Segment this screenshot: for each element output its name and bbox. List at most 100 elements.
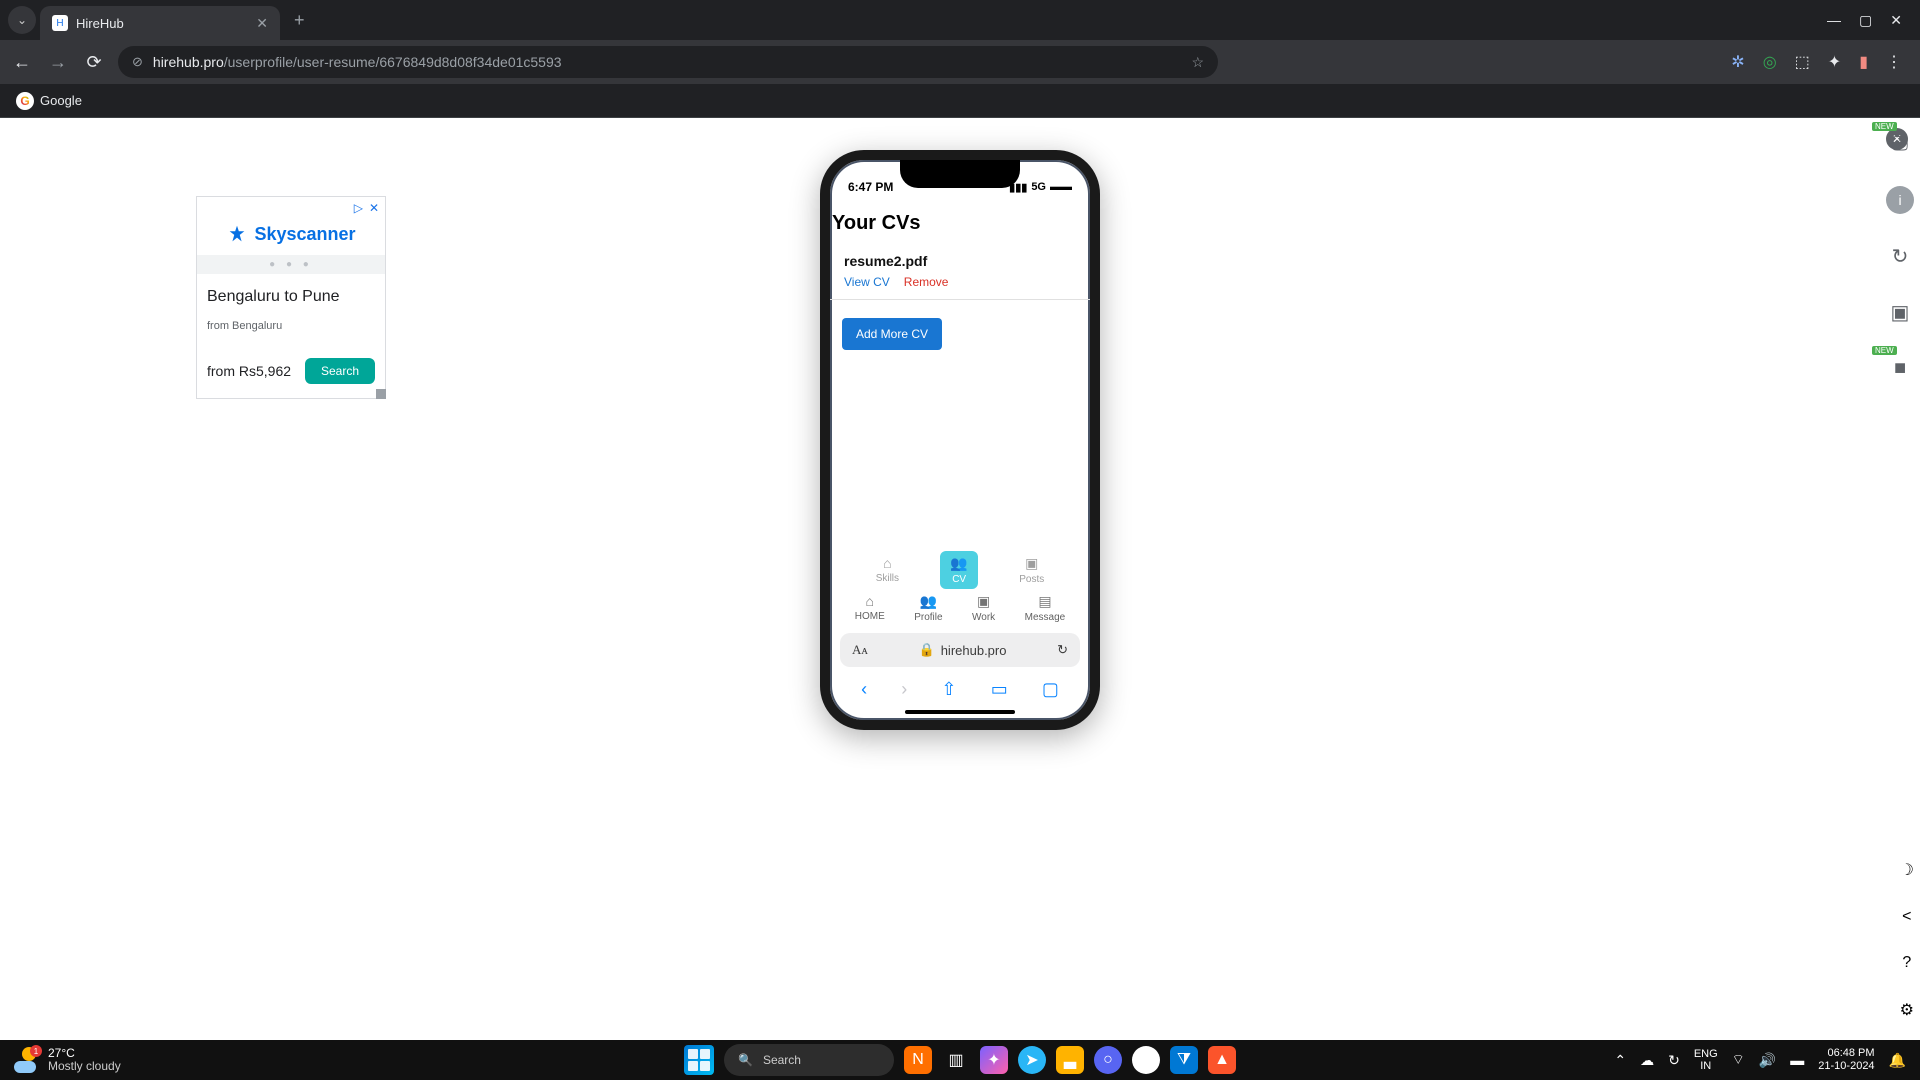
address-bar[interactable]: ⊘ hirehub.pro/userprofile/user-resume/66…	[118, 46, 1218, 78]
profile-avatar[interactable]: ▮	[1859, 52, 1868, 72]
reload-icon[interactable]: ⟳	[82, 52, 106, 73]
tray-battery-icon[interactable]: ▬	[1790, 1052, 1804, 1068]
nav-profile[interactable]: 👥Profile	[914, 593, 942, 623]
safari-address-bar[interactable]: Aᴀ 🔒hirehub.pro ↻	[840, 633, 1080, 667]
tab-skills[interactable]: ⌂Skills	[866, 551, 909, 589]
system-tray: ⌃ ☁ ↻ ENG IN ⌔ 🔊 ▬ 06:48 PM 21-10-2024 🔔	[1614, 1047, 1920, 1073]
chrome-menu-icon[interactable]: ⋮	[1886, 52, 1902, 72]
safari-tabs-icon[interactable]: ▢	[1042, 679, 1059, 700]
taskbar-app-telegram[interactable]: ➤	[1018, 1046, 1046, 1074]
tab-posts[interactable]: ▣Posts	[1009, 551, 1054, 589]
ad-carousel-dots[interactable]: ● ● ●	[197, 255, 385, 274]
cv-list-item: resume2.pdf View CV Remove	[830, 249, 1090, 300]
add-more-cv-button[interactable]: Add More CV	[842, 318, 942, 350]
app-sub-tabs: ⌂Skills 👥CV ▣Posts	[830, 545, 1090, 591]
tray-security-icon[interactable]: ↻	[1668, 1052, 1680, 1069]
safari-forward-icon[interactable]: ›	[901, 679, 907, 700]
url-path: /userprofile/user-resume/6676849d8d08f34…	[224, 54, 562, 70]
ad-resize-handle	[376, 389, 386, 399]
home-icon: ⌂	[866, 593, 874, 609]
ad-route: Bengaluru to Pune	[207, 288, 375, 306]
app-bottom-nav: ⌂HOME 👥Profile ▣Work ▤Message	[830, 591, 1090, 629]
tab-cv[interactable]: 👥CV	[940, 551, 977, 589]
minimize-icon[interactable]: —	[1827, 12, 1841, 29]
weather-desc: Mostly cloudy	[48, 1060, 121, 1073]
start-button[interactable]	[684, 1045, 714, 1075]
search-icon: 🔍	[738, 1053, 753, 1067]
network-label: 5G	[1031, 181, 1046, 193]
ad-close-icon[interactable]: ✕	[369, 201, 379, 215]
bookmark-google[interactable]: G Google	[16, 92, 82, 110]
taskbar-app-chrome[interactable]: ◉	[1132, 1046, 1160, 1074]
device-preview: 6:47 PM ▮▮▮ 5G ▬▬ Your CVs resume2.pdf V…	[820, 150, 1100, 730]
close-window-icon[interactable]: ✕	[1890, 12, 1902, 29]
toolbar-right: ✲ ◎ ⬚ ✦ ▮ ⋮	[1731, 52, 1910, 72]
extension-icon-3[interactable]: ⬚	[1795, 52, 1810, 72]
text-size-icon[interactable]: Aᴀ	[852, 642, 868, 658]
work-icon: ▣	[977, 593, 990, 610]
forward-icon[interactable]: →	[46, 52, 70, 73]
view-cv-link[interactable]: View CV	[844, 275, 890, 289]
ad-search-button[interactable]: Search	[305, 358, 375, 384]
nav-home[interactable]: ⌂HOME	[855, 593, 885, 623]
record-icon[interactable]: NEW■	[1886, 354, 1914, 382]
tab-title: HireHub	[76, 16, 124, 31]
tray-volume-icon[interactable]: 🔊	[1759, 1052, 1776, 1069]
home-indicator[interactable]	[905, 710, 1015, 714]
remove-cv-link[interactable]: Remove	[904, 275, 949, 289]
taskbar-app-vscode[interactable]: ⧩	[1170, 1046, 1198, 1074]
taskbar-app-1[interactable]: N	[904, 1046, 932, 1074]
extensions-puzzle-icon[interactable]: ✦	[1828, 52, 1841, 72]
weather-alert-badge: 1	[30, 1045, 42, 1057]
phone-screen: 6:47 PM ▮▮▮ 5G ▬▬ Your CVs resume2.pdf V…	[830, 160, 1090, 720]
share-icon[interactable]: <	[1902, 908, 1911, 926]
ad-price: from Rs5,962	[207, 363, 291, 379]
url-host: hirehub.pro	[153, 54, 224, 70]
bookmark-star-icon[interactable]: ☆	[1191, 54, 1204, 71]
ad-brand[interactable]: Skyscanner	[197, 219, 385, 255]
tab-close-icon[interactable]: ✕	[256, 15, 268, 32]
ad-from: from Bengaluru	[207, 320, 375, 332]
extension-icon-2[interactable]: ◎	[1763, 52, 1777, 72]
nav-message[interactable]: ▤Message	[1025, 593, 1066, 623]
weather-icon: 1	[14, 1047, 40, 1073]
nav-work[interactable]: ▣Work	[972, 593, 995, 623]
site-info-icon[interactable]: ⊘	[132, 54, 143, 70]
lock-icon: 🔒	[919, 642, 935, 658]
tray-wifi-icon[interactable]: ⌔	[1732, 1051, 1745, 1069]
taskbar-app-discord[interactable]: ○	[1094, 1046, 1122, 1074]
windows-taskbar: 1 27°C Mostly cloudy 🔍 Search N ▥ ✦ ➤ ▃ …	[0, 1040, 1920, 1080]
extension-icon-1[interactable]: ✲	[1731, 52, 1744, 72]
taskbar-app-explorer[interactable]: ▃	[1056, 1046, 1084, 1074]
cv-filename: resume2.pdf	[844, 253, 1076, 269]
device-preview-icon[interactable]: NEW⎚	[1886, 130, 1914, 158]
taskbar-app-copilot[interactable]: ✦	[980, 1046, 1008, 1074]
taskbar-app-taskview[interactable]: ▥	[942, 1046, 970, 1074]
tray-onedrive-icon[interactable]: ☁	[1640, 1052, 1654, 1069]
back-icon[interactable]: ←	[10, 52, 34, 73]
safari-share-icon[interactable]: ⇧	[941, 679, 956, 700]
maximize-icon[interactable]: ▢	[1859, 12, 1872, 29]
tab-search-dropdown[interactable]: ⌄	[8, 6, 36, 34]
message-icon: ▤	[1038, 593, 1051, 610]
safari-back-icon[interactable]: ‹	[861, 679, 867, 700]
new-tab-button[interactable]: +	[294, 10, 305, 31]
settings-gear-icon[interactable]: ⚙	[1900, 1000, 1914, 1020]
taskbar-search[interactable]: 🔍 Search	[724, 1044, 894, 1076]
taskbar-app-brave[interactable]: ▲	[1208, 1046, 1236, 1074]
theme-icon[interactable]: ☽	[1900, 860, 1914, 880]
tray-language[interactable]: ENG IN	[1694, 1048, 1718, 1072]
info-icon[interactable]: i	[1886, 186, 1914, 214]
taskbar-weather[interactable]: 1 27°C Mostly cloudy	[0, 1047, 121, 1073]
browser-tab-active[interactable]: H HireHub ✕	[40, 6, 280, 40]
tray-chevron-icon[interactable]: ⌃	[1614, 1052, 1626, 1069]
screenshot-icon[interactable]: ▣	[1886, 298, 1914, 326]
safari-reload-icon[interactable]: ↻	[1057, 642, 1068, 658]
rotate-icon[interactable]: ↻	[1886, 242, 1914, 270]
browser-toolbar: ← → ⟳ ⊘ hirehub.pro/userprofile/user-res…	[0, 40, 1920, 84]
tray-clock[interactable]: 06:48 PM 21-10-2024	[1818, 1047, 1874, 1073]
safari-bookmarks-icon[interactable]: ▭	[991, 679, 1008, 700]
ad-info-icon[interactable]: ▷	[354, 201, 363, 215]
tray-notifications-icon[interactable]: 🔔	[1889, 1052, 1906, 1069]
help-icon[interactable]: ?	[1902, 954, 1911, 972]
